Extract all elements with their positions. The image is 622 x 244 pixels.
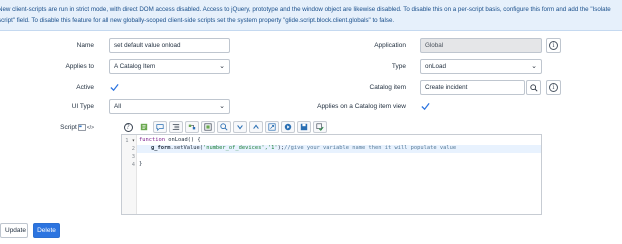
line-number-gutter: 1 ▾ 2 3 4 xyxy=(122,135,137,214)
active-checkbox[interactable] xyxy=(110,83,119,92)
checkmark-icon xyxy=(421,102,430,111)
format-code-icon[interactable] xyxy=(169,121,183,133)
toggle-syntax-icon[interactable] xyxy=(137,121,151,133)
line-number: 3 xyxy=(131,154,135,160)
checkmark-icon xyxy=(110,83,119,92)
application-field: Global xyxy=(420,38,542,53)
toggle-fullscreen-icon[interactable] xyxy=(201,121,215,133)
delete-button[interactable]: Delete xyxy=(33,223,60,238)
comment-icon[interactable] xyxy=(153,121,167,133)
ui-type-select[interactable]: All ⌄ xyxy=(109,99,230,114)
chevron-down-icon: ⌄ xyxy=(219,63,225,70)
update-button[interactable]: Update xyxy=(0,223,28,238)
applies-to-value: A Catalog Item xyxy=(114,63,156,70)
code-line-1: function onLoad() { xyxy=(139,137,201,143)
script-editor[interactable]: 1 ▾ 2 3 4 function onLoad() { g_form.set… xyxy=(121,134,542,215)
code-line-2: g_form.setValue('number_of_devices','1')… xyxy=(151,145,457,151)
save-script-icon[interactable] xyxy=(297,121,311,133)
search-icon xyxy=(529,83,538,92)
line-number: 2 xyxy=(131,146,135,152)
script-debugger-icon[interactable] xyxy=(233,121,247,133)
code-line-4: } xyxy=(139,161,143,167)
chevron-down-icon: ⌄ xyxy=(531,63,537,70)
info-banner: New client-scripts are run in strict mod… xyxy=(0,0,622,31)
catalog-item-field[interactable]: Create incident xyxy=(420,80,525,95)
run-script-icon[interactable] xyxy=(281,121,295,133)
catalog-item-info-button[interactable]: i xyxy=(546,80,561,95)
name-label: Name xyxy=(76,42,94,49)
application-info-button[interactable]: i xyxy=(546,38,561,53)
script-check-icon[interactable] xyxy=(313,121,327,133)
active-label: Active xyxy=(76,84,94,91)
type-label: Type xyxy=(391,63,406,70)
search-icon[interactable] xyxy=(217,121,231,133)
collapse-icon[interactable] xyxy=(249,121,263,133)
catalog-item-label: Catalog item xyxy=(369,84,407,91)
applies-on-view-checkbox[interactable] xyxy=(421,102,430,111)
type-select[interactable]: onLoad ⌄ xyxy=(420,59,542,74)
info-icon: i xyxy=(549,83,558,92)
applies-on-view-label: Applies on a Catalog item view xyxy=(317,103,406,110)
chevron-down-icon: ⌄ xyxy=(219,103,225,110)
line-number: 4 xyxy=(131,162,135,168)
application-label: Application xyxy=(374,42,406,49)
banner-line-1: New client-scripts are run in strict mod… xyxy=(0,6,611,13)
line-number: 1 ▾ xyxy=(125,138,135,144)
code-tag-icon: </> xyxy=(86,124,94,131)
name-field[interactable]: set default value onload xyxy=(109,38,230,53)
info-icon: i xyxy=(549,41,558,50)
insert-link-icon[interactable] xyxy=(265,121,279,133)
ui-type-label: UI Type xyxy=(71,103,94,110)
applies-to-select[interactable]: A Catalog Item ⌄ xyxy=(109,59,230,74)
banner-line-2: script" field. To disable this feature f… xyxy=(0,16,395,24)
script-label-group: Script </> xyxy=(60,124,94,131)
fold-arrow-icon: ▾ xyxy=(131,138,135,144)
help-icon[interactable]: ? xyxy=(121,121,135,133)
script-editor-icon xyxy=(77,124,86,131)
catalog-item-lookup-button[interactable] xyxy=(526,80,541,95)
ui-type-value: All xyxy=(114,103,121,110)
type-value: onLoad xyxy=(425,63,447,70)
script-toolbar: ? xyxy=(121,121,327,134)
applies-to-label: Applies to xyxy=(65,63,94,70)
script-label: Script xyxy=(60,124,77,131)
replace-icon[interactable] xyxy=(185,121,199,133)
